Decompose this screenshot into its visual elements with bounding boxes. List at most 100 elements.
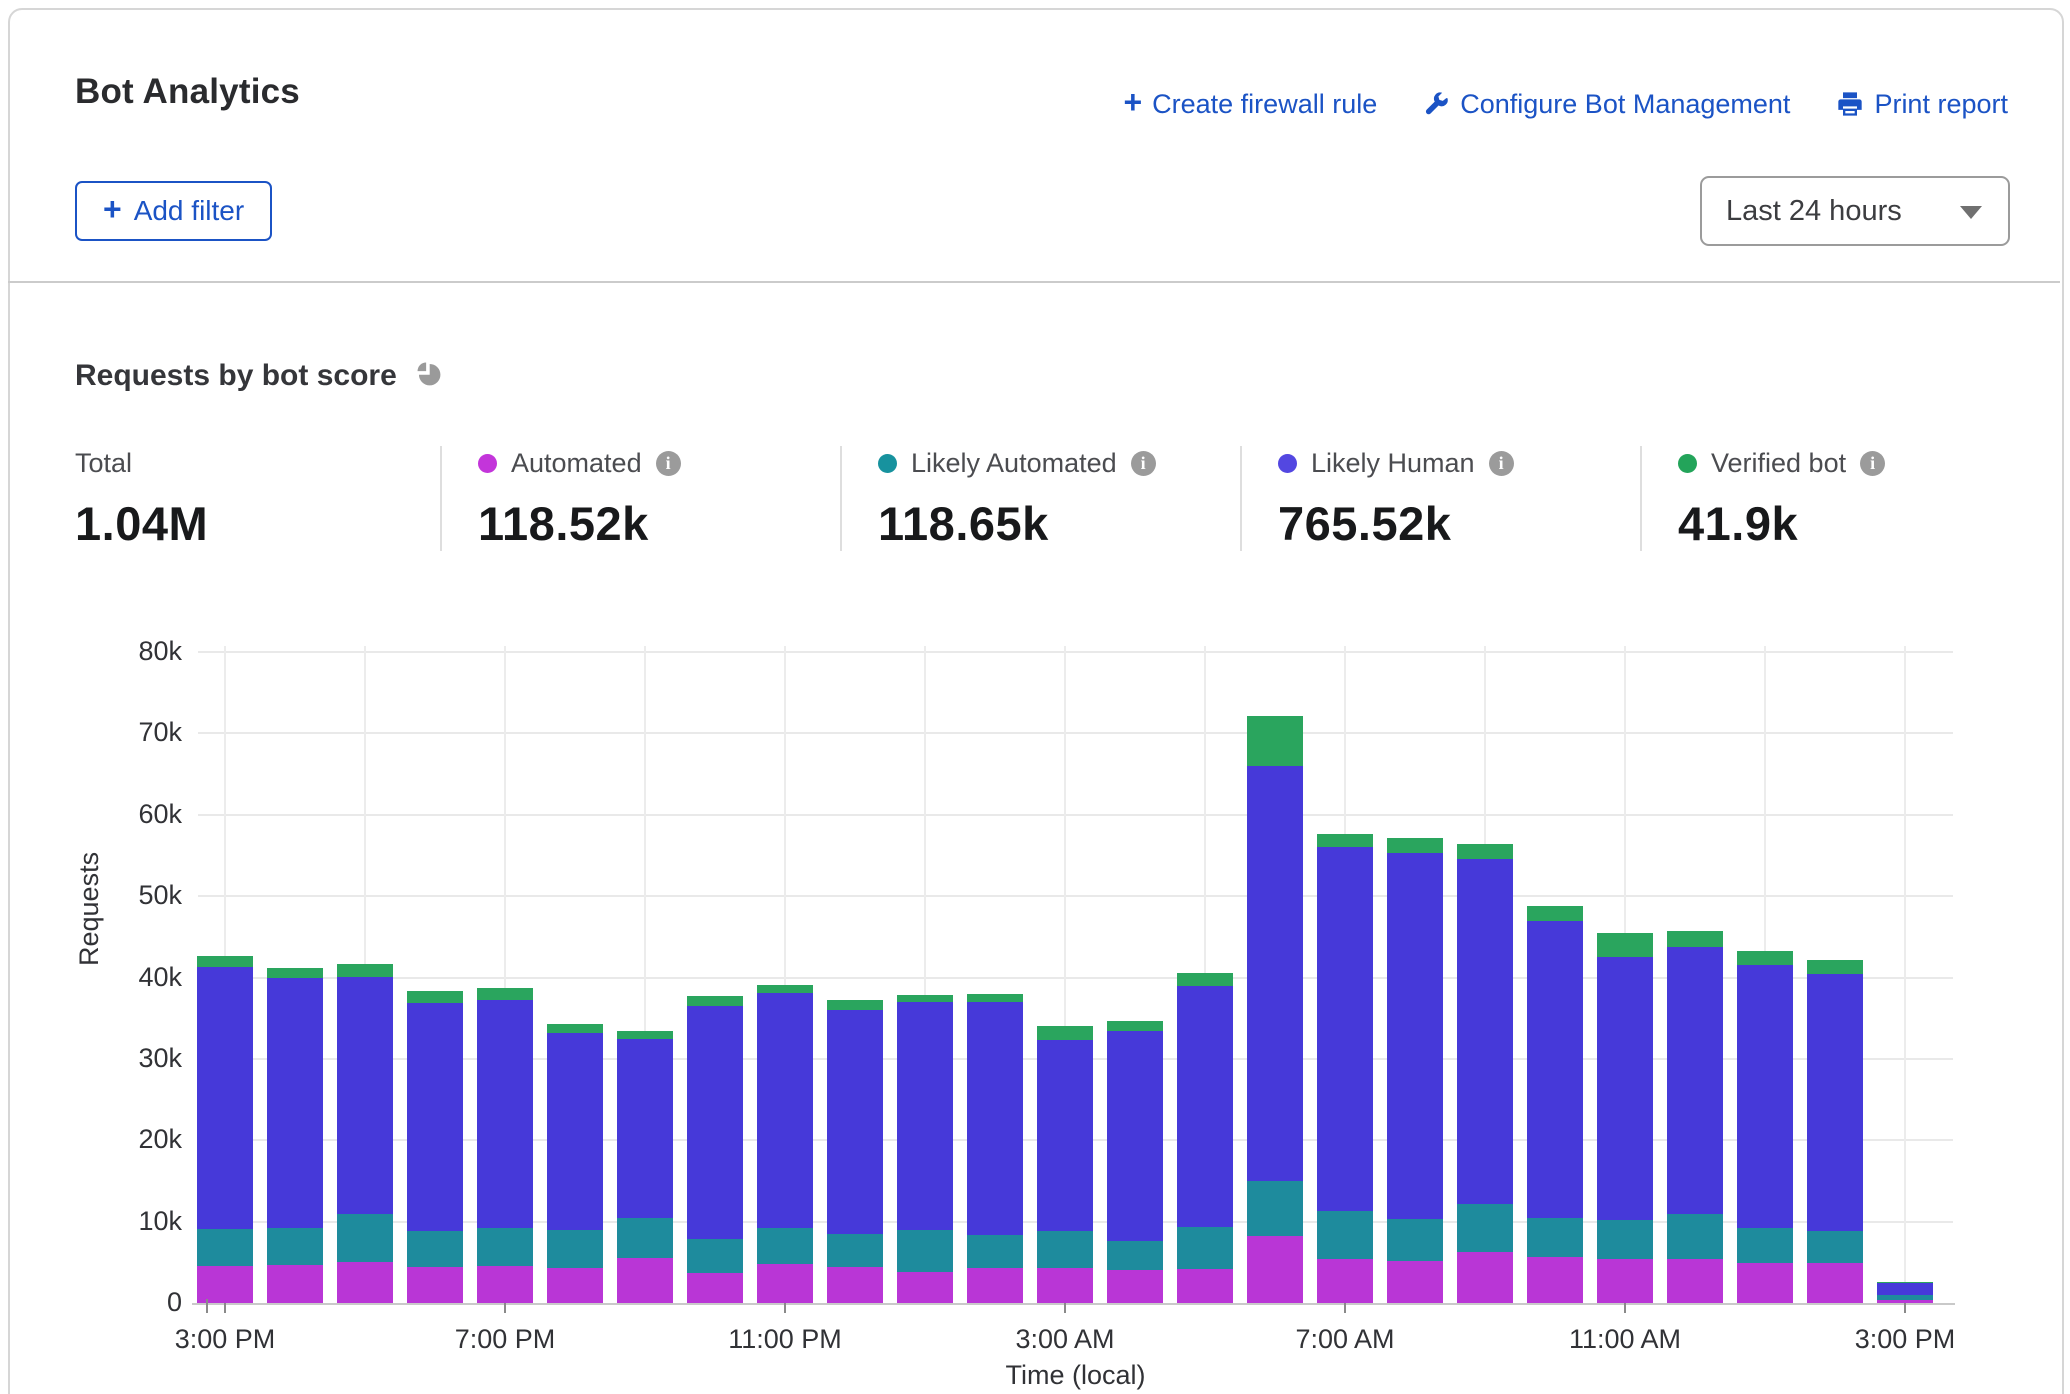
stacked-bar-500pm[interactable] [337,964,393,1303]
stacked-bar-500am[interactable] [1177,973,1233,1303]
stacked-bar-400pm[interactable] [267,968,323,1303]
bar-segment-automated [827,1267,883,1303]
stacked-bar-800am[interactable] [1387,838,1443,1303]
bar-segment-automated [1737,1263,1793,1303]
section-title: Requests by bot score [75,359,397,393]
time-range-select[interactable]: Last 24 hours [1700,176,2010,246]
bar-segment-likely-automated [197,1229,253,1266]
gridline-horizontal [198,732,1953,734]
bar-segment-likely-human [477,1000,533,1228]
add-filter-button[interactable]: + Add filter [75,181,272,241]
bar-segment-likely-automated [1457,1204,1513,1252]
bar-segment-likely-automated [337,1214,393,1263]
stacked-bar-900pm[interactable] [617,1031,673,1303]
stacked-bar-200pm[interactable] [1807,960,1863,1303]
gridline-horizontal [198,651,1953,653]
stacked-bar-300pm[interactable] [1877,1282,1933,1303]
bar-segment-likely-human [267,978,323,1228]
stacked-bar-100pm[interactable] [1737,951,1793,1303]
configure-bot-management-link[interactable]: Configure Bot Management [1423,89,1790,120]
bar-segment-automated [1317,1259,1373,1303]
bar-segment-automated [547,1268,603,1303]
bar-segment-automated [337,1262,393,1303]
bar-segment-likely-automated [967,1235,1023,1268]
bar-segment-likely-human [757,993,813,1228]
stacked-bar-300pm[interactable] [197,956,253,1303]
info-icon[interactable]: i [1131,451,1156,476]
stacked-bar-600pm[interactable] [407,991,463,1303]
bar-segment-likely-automated [477,1228,533,1265]
bar-segment-verified-bot [337,964,393,977]
stacked-bar-700pm[interactable] [477,988,533,1303]
stacked-bar-600am[interactable] [1247,716,1303,1303]
stat-verified-bot: Verified bot i 41.9k [1640,446,2030,551]
bar-segment-likely-human [547,1033,603,1230]
gridline-horizontal [198,895,1953,897]
x-axis-baseline [192,1303,1955,1305]
stacked-bar-400am[interactable] [1107,1021,1163,1303]
bar-segment-likely-automated [1247,1181,1303,1236]
bar-segment-likely-human [1807,974,1863,1230]
bar-segment-verified-bot [617,1031,673,1039]
x-axis-tick [784,1303,786,1313]
stacked-bar-1100pm[interactable] [757,985,813,1303]
x-axis-tick-label: 7:00 AM [1255,1324,1435,1355]
x-axis-title: Time (local) [198,1360,1953,1391]
x-axis-tick-label: 7:00 PM [415,1324,595,1355]
configure-bot-management-label: Configure Bot Management [1460,89,1790,120]
stacked-bar-1100am[interactable] [1597,933,1653,1303]
print-report-link[interactable]: Print report [1836,89,2008,120]
stacked-bar-200am[interactable] [967,994,1023,1303]
bar-segment-likely-automated [1667,1214,1723,1260]
stacked-bar-1200pm[interactable] [1667,931,1723,1303]
bar-segment-automated [477,1266,533,1303]
likely-human-dot-icon [1278,454,1297,473]
info-icon[interactable]: i [656,451,681,476]
stacked-bar-700am[interactable] [1317,834,1373,1304]
bar-segment-verified-bot [687,996,743,1006]
info-icon[interactable]: i [1489,451,1514,476]
bar-segment-verified-bot [1597,933,1653,957]
bar-segment-verified-bot [197,956,253,967]
bar-segment-likely-automated [1107,1241,1163,1269]
bar-segment-likely-human [897,1002,953,1230]
bar-segment-likely-human [1527,921,1583,1218]
bar-segment-automated [407,1267,463,1303]
stacked-bar-800pm[interactable] [547,1024,603,1303]
stacked-bar-300am[interactable] [1037,1026,1093,1303]
stacked-bar-1200am[interactable] [827,1000,883,1303]
stats-row: Total 1.04M Automated i 118.52k Likely A… [75,446,2030,551]
stacked-bar-900am[interactable] [1457,844,1513,1303]
stat-likely-human-label: Likely Human [1311,448,1475,479]
stat-likely-automated-label: Likely Automated [911,448,1117,479]
stacked-bar-100am[interactable] [897,995,953,1303]
x-axis-tick [1344,1303,1346,1313]
x-axis-tick-label: 3:00 AM [975,1324,1155,1355]
bar-segment-automated [1107,1270,1163,1303]
bar-segment-likely-human [1737,965,1793,1229]
bar-segment-likely-automated [1807,1231,1863,1264]
info-icon[interactable]: i [1860,451,1885,476]
bar-segment-automated [1597,1259,1653,1303]
x-axis-tick [1064,1303,1066,1313]
bar-segment-likely-automated [1597,1220,1653,1259]
bar-segment-likely-human [1317,847,1373,1211]
y-axis-tick-label: 0 [72,1287,182,1318]
bar-segment-likely-automated [687,1239,743,1273]
x-axis-tick-label: 11:00 PM [695,1324,875,1355]
bar-segment-likely-automated [897,1230,953,1272]
bar-segment-automated [1177,1269,1233,1303]
bar-segment-automated [1457,1252,1513,1303]
bar-segment-likely-automated [1037,1231,1093,1268]
stacked-bar-1000am[interactable] [1527,906,1583,1303]
y-axis-tick-label: 60k [72,799,182,830]
bar-segment-automated [897,1272,953,1303]
bar-segment-likely-automated [267,1228,323,1265]
bar-segment-likely-automated [617,1218,673,1259]
bar-segment-verified-bot [827,1000,883,1010]
stacked-bar-1000pm[interactable] [687,996,743,1303]
create-firewall-rule-link[interactable]: + Create firewall rule [1123,88,1377,120]
stat-automated: Automated i 118.52k [440,446,840,551]
bar-segment-likely-automated [1317,1211,1373,1259]
bar-segment-verified-bot [1667,931,1723,946]
